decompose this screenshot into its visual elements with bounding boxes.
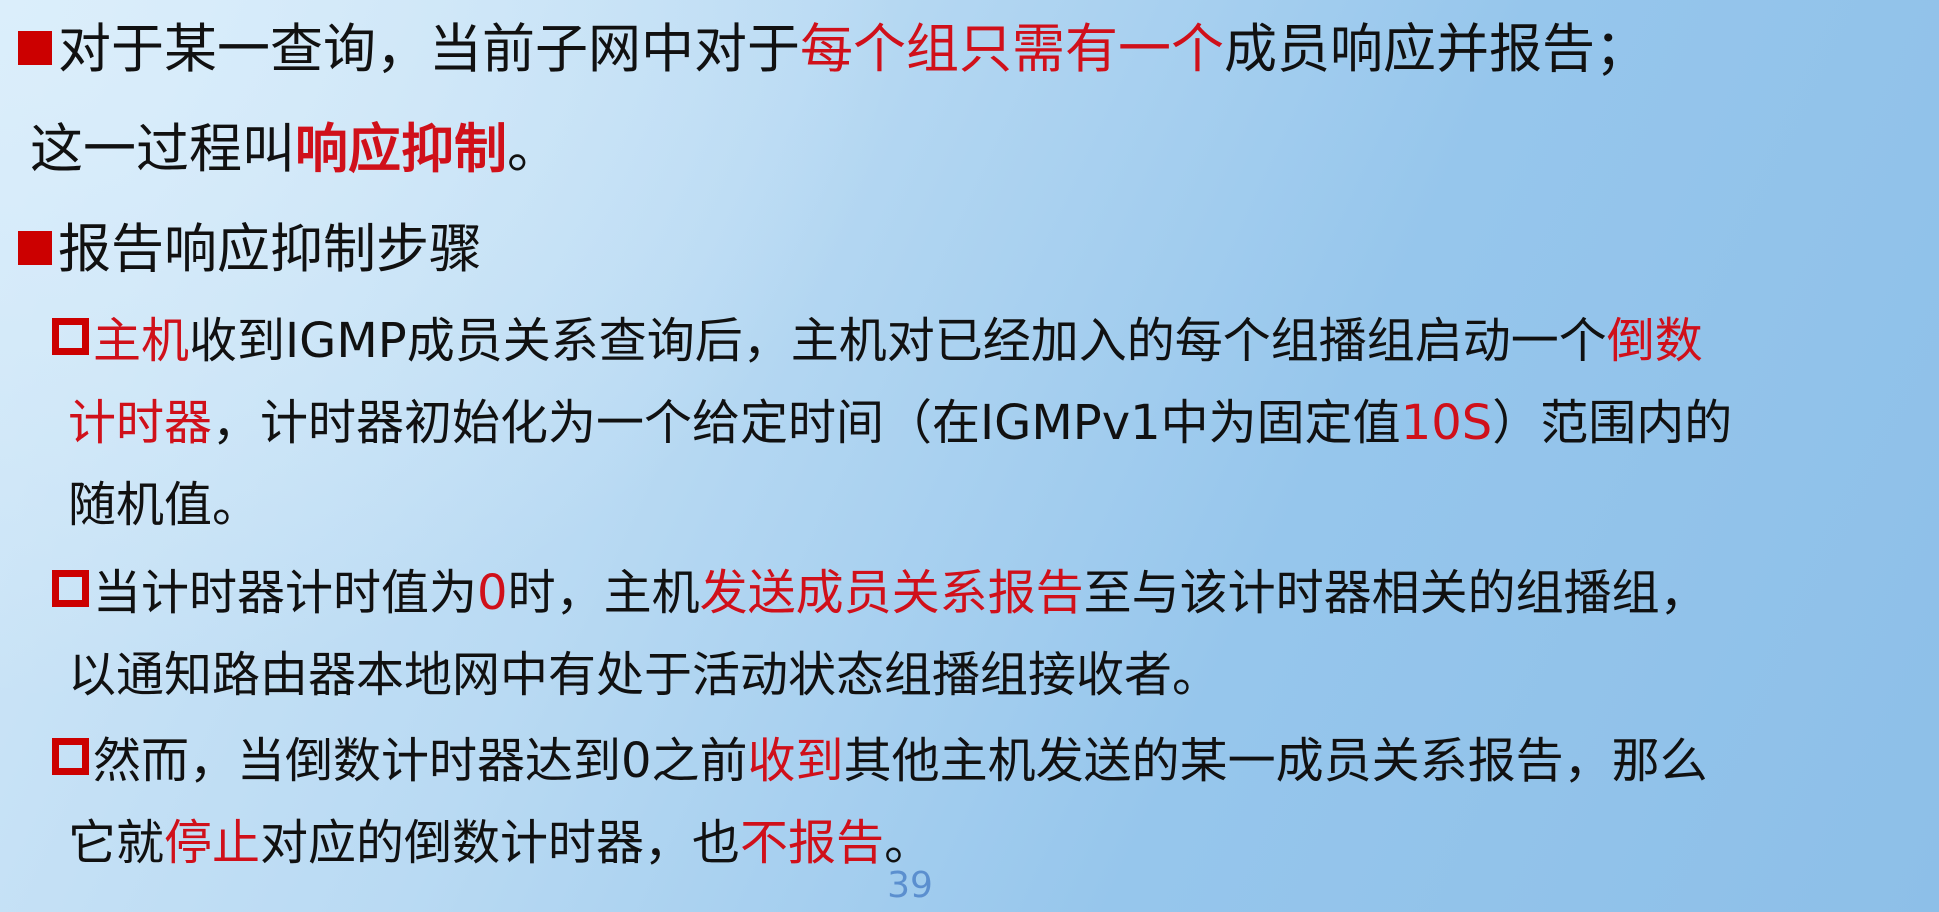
paragraph-line: 然而，当倒数计时器达到0之前收到其他主机发送的某一成员关系报告，那么 [52,720,1708,802]
text-run: 至与该计时器相关的组播组， [1083,565,1708,621]
filled-square-bullet-icon [18,231,52,265]
text-run: ，计时器初始化为一个给定时间（在IGMPv1中为固定值 [212,395,1401,451]
page-number: 39 [887,865,933,906]
paragraph-line: 以通知路由器本地网中有处于活动状态组播组接收者。 [52,634,1708,716]
hollow-square-bullet-icon [52,318,89,355]
paragraph-line: 主机收到IGMP成员关系查询后，主机对已经加入的每个组播组启动一个倒数 [52,300,1732,382]
filled-square-bullet-icon [18,31,52,65]
paragraph-line: 这一过程叫响应抑制。 [18,100,1648,200]
paragraph-line: 当计时器计时值为0时，主机发送成员关系报告至与该计时器相关的组播组， [52,552,1708,634]
text-run: 其他主机发送的某一成员关系报告，那么 [843,733,1708,789]
highlight-text: 0 [477,565,508,621]
hollow-square-bullet-icon [52,738,89,775]
paragraph-line: 计时器，计时器初始化为一个给定时间（在IGMPv1中为固定值10S）范围内的 [52,382,1732,464]
highlight-text: 10S [1400,395,1493,451]
highlight-text: 不报告 [740,815,885,871]
paragraph-line: 对于某一查询，当前子网中对于每个组只需有一个成员响应并报告； [18,0,1648,100]
highlight-text: 停止 [164,815,261,871]
paragraph-line: 随机值。 [52,464,1732,546]
highlight-text: 每个组只需有一个 [800,19,1224,80]
heading-text: 报告响应抑制步骤 [58,219,482,280]
text-run: 收到IGMP成员关系查询后，主机对已经加入的每个组播组启动一个 [189,313,1607,369]
text-run: 它就 [68,815,165,871]
text-run: ）范围内的 [1492,395,1733,451]
highlight-text: 收到 [747,733,844,789]
text-run: 这一过程叫 [30,119,295,180]
text-run: 时，主机 [507,565,700,621]
sub-bullet-step-1: 主机收到IGMP成员关系查询后，主机对已经加入的每个组播组启动一个倒数 计时器，… [52,300,1732,546]
text-run: 成员响应并报告； [1224,19,1648,80]
slide: 对于某一查询，当前子网中对于每个组只需有一个成员响应并报告； 这一过程叫响应抑制… [0,0,1939,912]
text-run: 。 [884,815,933,871]
term-response-suppression: 响应抑制 [295,119,507,180]
text-run: 随机值。 [68,477,261,533]
highlight-text: 倒数 [1606,313,1703,369]
highlight-text: 计时器 [68,395,213,451]
section-heading: 报告响应抑制步骤 [18,200,482,300]
paragraph-response-suppression: 对于某一查询，当前子网中对于每个组只需有一个成员响应并报告； 这一过程叫响应抑制… [18,0,1648,200]
text-run: 。 [507,119,560,180]
sub-bullet-step-3: 然而，当倒数计时器达到0之前收到其他主机发送的某一成员关系报告，那么 它就停止对… [52,720,1708,884]
text-run: 对应的倒数计时器，也 [260,815,741,871]
text-run: 对于某一查询，当前子网中对于 [58,19,800,80]
text-run: 以通知路由器本地网中有处于活动状态组播组接收者。 [68,647,1221,703]
hollow-square-bullet-icon [52,570,89,607]
sub-bullet-step-2: 当计时器计时值为0时，主机发送成员关系报告至与该计时器相关的组播组， 以通知路由… [52,552,1708,716]
highlight-text: 主机 [93,313,190,369]
text-run: 然而，当倒数计时器达到0之前 [93,733,748,789]
text-run: 当计时器计时值为 [93,565,478,621]
highlight-text: 发送成员关系报告 [699,565,1084,621]
